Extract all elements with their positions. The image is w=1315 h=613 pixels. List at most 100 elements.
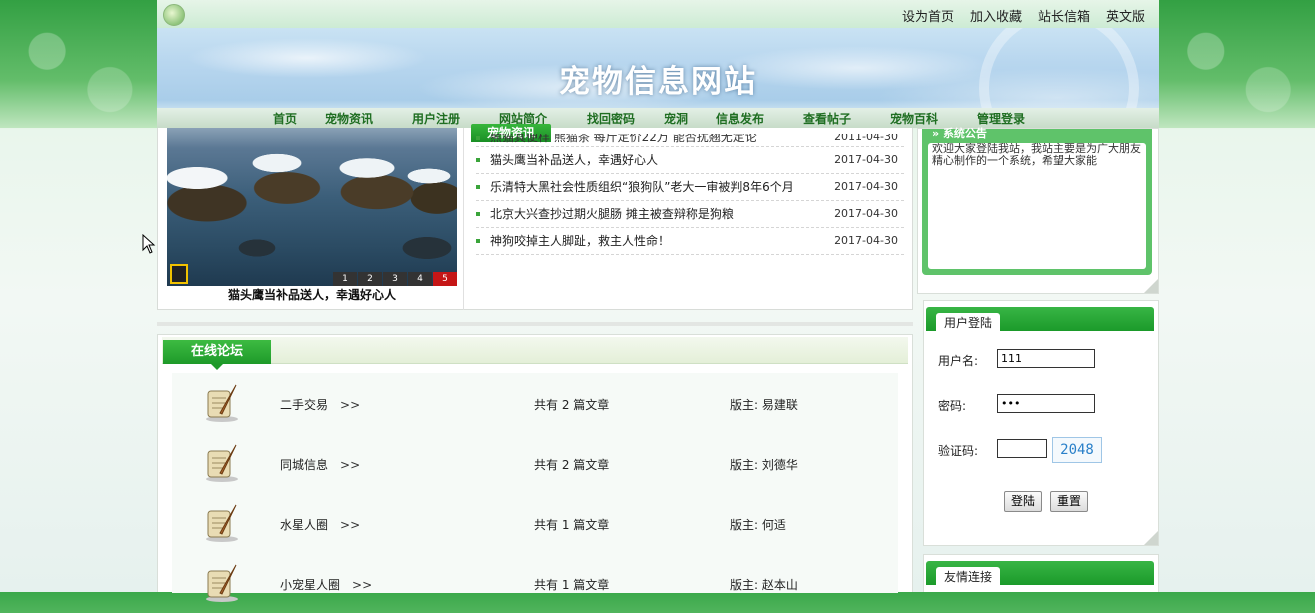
double-arrow-icon: >> — [340, 458, 361, 472]
news-list: 熊猫其便样 熊猫茶 每斤定价22万 能否扰翘无定论 2011-04-30 猫头鹰… — [476, 134, 904, 255]
username-label: 用户名: — [938, 354, 979, 368]
scroll-quill-icon — [206, 444, 238, 482]
english-version-link[interactable]: 英文版 — [1106, 6, 1145, 25]
slide-page-1[interactable]: 1 — [333, 272, 357, 286]
bullet-icon — [476, 239, 480, 243]
forum-moderator: 版主: 易建联 — [730, 398, 798, 412]
bullet-icon — [476, 185, 480, 189]
news-date: 2017-04-30 — [834, 207, 898, 220]
forum-board-link[interactable]: 同城信息 >> — [280, 456, 360, 473]
nav-post-info[interactable]: 信息发布 — [716, 110, 764, 127]
forum-board-link[interactable]: 小宠星人圈 >> — [280, 576, 372, 593]
list-item[interactable]: 神狗咬掉主人脚趾，救主人性命！ 2017-04-30 — [476, 228, 904, 255]
news-title[interactable]: 神狗咬掉主人脚趾，救主人性命！ — [490, 228, 670, 254]
news-title[interactable]: 猫头鹰当补品送人，幸遇好心人 — [490, 147, 658, 173]
slide-page-2[interactable]: 2 — [358, 272, 382, 286]
login-panel: 用户登陆 用户名: 密码: 验证码: 2048 登陆 重置 — [923, 300, 1159, 546]
news-date: 2017-04-30 — [834, 180, 898, 193]
captcha-field[interactable] — [997, 439, 1047, 458]
nav-home[interactable]: 首页 — [273, 110, 297, 127]
bullet-icon — [476, 212, 480, 216]
background-pattern-right — [1159, 0, 1315, 128]
login-button[interactable]: 登陆 — [1004, 491, 1043, 512]
divider — [463, 128, 464, 310]
nav-register[interactable]: 用户注册 — [412, 110, 460, 127]
news-title[interactable]: 北京大兴查抄过期火腿肠 摊主被查辩称是狗粮 — [490, 201, 734, 227]
slide-page-5[interactable]: 5 — [433, 272, 457, 286]
notice-title: » 系统公告 — [932, 127, 987, 140]
list-item[interactable]: 二手交易 >> 共有 2 篇文章 版主: 易建联 — [172, 373, 898, 433]
news-date: 2011-04-30 — [834, 134, 898, 143]
double-arrow-icon: >> — [352, 578, 373, 592]
slide-page-4[interactable]: 4 — [408, 272, 432, 286]
double-arrow-icon: >> — [340, 518, 361, 532]
site-title: 宠物信息网站 — [559, 64, 757, 100]
news-date: 2017-04-30 — [834, 153, 898, 166]
news-title[interactable]: 乐清特大黑社会性质组织“狼狗队”老大一审被判8年6个月 — [490, 174, 794, 200]
forum-post-count: 共有 2 篇文章 — [534, 458, 610, 472]
forum-board-name[interactable]: 水星人圈 — [280, 518, 328, 532]
captcha-image[interactable]: 2048 — [1052, 437, 1102, 463]
forum-board-name[interactable]: 小宠星人圈 — [280, 578, 340, 592]
forum-moderator: 版主: 刘德华 — [730, 458, 798, 472]
nav-pet-news[interactable]: 宠物资讯 — [325, 110, 373, 127]
corner-fold — [1144, 279, 1158, 293]
username-field[interactable] — [997, 349, 1095, 368]
add-favorite-link[interactable]: 加入收藏 — [970, 6, 1022, 25]
password-field[interactable] — [997, 394, 1095, 413]
slideshow-pager: 1 2 3 4 5 — [332, 272, 457, 286]
login-title: 用户登陆 — [936, 313, 1001, 331]
friend-links-title: 友情连接 — [936, 567, 1001, 585]
nav-view-posts[interactable]: 查看帖子 — [803, 110, 851, 127]
site-header: 设为首页 加入收藏 站长信箱 英文版 宠物信息网站 首页 宠物资讯 用户注册 网… — [157, 0, 1159, 128]
nav-admin-login[interactable]: 管理登录 — [977, 110, 1025, 127]
forum-board-link[interactable]: 二手交易 >> — [280, 396, 360, 413]
notice-panel: » 系统公告 欢迎大家登陆我站，我站主要是为广大朋友精心制作的一个系统，希望大家… — [917, 128, 1159, 294]
forum-board-name[interactable]: 二手交易 — [280, 398, 328, 412]
friend-links-header: 友情连接 — [926, 561, 1154, 585]
forum-panel: 在线论坛 二手交易 >> 共有 2 篇文章 版主: 易建联 同城信息 >> 共有… — [157, 334, 913, 602]
scroll-quill-icon — [206, 384, 238, 422]
set-homepage-link[interactable]: 设为首页 — [902, 6, 954, 25]
bullet-icon — [476, 158, 480, 162]
list-item[interactable]: 乐清特大黑社会性质组织“狼狗队”老大一审被判8年6个月 2017-04-30 — [476, 174, 904, 201]
list-item[interactable]: 北京大兴查抄过期火腿肠 摊主被查辩称是狗粮 2017-04-30 — [476, 201, 904, 228]
news-date: 2017-04-30 — [834, 234, 898, 247]
forum-board-name[interactable]: 同城信息 — [280, 458, 328, 472]
news-panel: 1 2 3 4 5 猫头鹰当补品送人，幸遇好心人 宠物资讯 熊猫其便样 熊猫茶 … — [157, 124, 913, 310]
divider — [157, 322, 913, 326]
forum-moderator: 版主: 何适 — [730, 518, 786, 532]
slideshow-image[interactable]: 1 2 3 4 5 — [167, 128, 457, 286]
slide-page-3[interactable]: 3 — [383, 272, 407, 286]
webmaster-mail-link[interactable]: 站长信箱 — [1038, 6, 1090, 25]
login-header: 用户登陆 — [926, 307, 1154, 331]
reset-button[interactable]: 重置 — [1050, 491, 1089, 512]
bullet-icon — [476, 136, 480, 140]
nav-recover-password[interactable]: 找回密码 — [587, 110, 635, 127]
list-item[interactable]: 熊猫其便样 熊猫茶 每斤定价22万 能否扰翘无定论 2011-04-30 — [476, 134, 904, 147]
tab-online-forum[interactable]: 在线论坛 — [163, 340, 271, 370]
top-links: 设为首页 加入收藏 站长信箱 英文版 — [902, 6, 1145, 25]
forum-list: 二手交易 >> 共有 2 篇文章 版主: 易建联 同城信息 >> 共有 2 篇文章 … — [172, 373, 898, 602]
photo-badge-icon — [170, 264, 188, 284]
news-title[interactable]: 熊猫其便样 熊猫茶 每斤定价22万 能否扰翘无定论 — [490, 134, 757, 143]
friend-links-panel: 友情连接 — [923, 554, 1159, 592]
forum-board-link[interactable]: 水星人圈 >> — [280, 516, 360, 533]
notice-title-text: 系统公告 — [942, 127, 987, 140]
leaf-logo-icon — [163, 4, 185, 26]
password-label: 密码: — [938, 399, 967, 413]
slideshow-caption[interactable]: 猫头鹰当补品送人，幸遇好心人 — [167, 286, 457, 303]
page-container: 设为首页 加入收藏 站长信箱 英文版 宠物信息网站 首页 宠物资讯 用户注册 网… — [157, 0, 1159, 602]
corner-fold — [1144, 531, 1158, 545]
notice-text: 欢迎大家登陆我站，我站主要是为广大朋友精心制作的一个系统，希望大家能 — [928, 143, 1146, 269]
scroll-quill-icon — [206, 564, 238, 602]
double-arrow-icon: >> — [340, 398, 361, 412]
nav-pet-wiki[interactable]: 宠物百科 — [890, 110, 938, 127]
list-item[interactable]: 猫头鹰当补品送人，幸遇好心人 2017-04-30 — [476, 147, 904, 174]
captcha-label: 验证码: — [938, 444, 979, 458]
list-item[interactable]: 水星人圈 >> 共有 1 篇文章 版主: 何适 — [172, 493, 898, 553]
nav-pet-hole[interactable]: 宠洞 — [664, 110, 688, 127]
forum-post-count: 共有 2 篇文章 — [534, 398, 610, 412]
list-item[interactable]: 小宠星人圈 >> 共有 1 篇文章 版主: 赵本山 — [172, 553, 898, 613]
list-item[interactable]: 同城信息 >> 共有 2 篇文章 版主: 刘德华 — [172, 433, 898, 493]
